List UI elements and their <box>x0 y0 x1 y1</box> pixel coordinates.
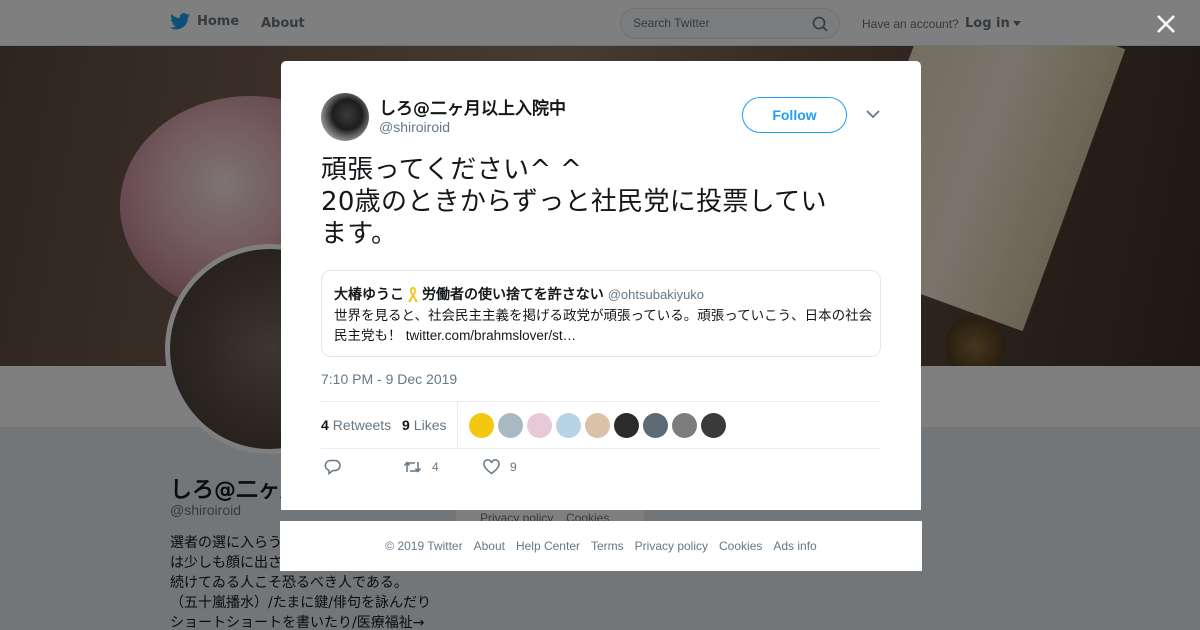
chevron-down-icon[interactable] <box>866 109 880 119</box>
liker-avatar[interactable] <box>556 413 581 438</box>
modal-footer: © 2019 Twitter About Help Center Terms P… <box>280 521 922 571</box>
likes-label: Likes <box>413 417 447 433</box>
like-count: 9 <box>510 460 517 474</box>
footer-link-cookies[interactable]: Cookies <box>719 539 762 553</box>
reply-action[interactable] <box>324 459 341 475</box>
liker-avatars <box>469 413 730 438</box>
liker-avatar[interactable] <box>469 413 494 438</box>
liker-avatar[interactable] <box>527 413 552 438</box>
author-name[interactable]: しろ@二ヶ月以上入院中 <box>379 94 566 119</box>
quoted-author-handle: @ohtsubakiyuko <box>607 286 705 302</box>
like-action[interactable]: 9 <box>483 459 517 475</box>
quoted-author-name-part1: 大椿ゆうこ <box>334 287 404 303</box>
likes-stat[interactable]: 9 Likes <box>402 417 446 433</box>
author-handle[interactable]: @shiroiroid <box>379 119 450 135</box>
heart-icon <box>483 459 500 475</box>
liker-avatar[interactable] <box>672 413 697 438</box>
quoted-author-name-part2: 労働者の使い捨てを許さない <box>422 287 604 303</box>
author-avatar[interactable] <box>321 93 369 141</box>
retweet-action[interactable]: 4 <box>403 459 439 475</box>
tweet-modal: しろ@二ヶ月以上入院中 @shiroiroid Follow 頑張ってください^… <box>281 61 921 510</box>
liker-avatar[interactable] <box>701 413 726 438</box>
tweet-timestamp[interactable]: 7:10 PM - 9 Dec 2019 <box>321 371 457 387</box>
close-icon[interactable] <box>1155 13 1177 35</box>
quoted-tweet[interactable]: 大椿ゆうこ 労働者の使い捨てを許さない @ohtsubakiyuko 世界を見る… <box>321 270 881 357</box>
quoted-tweet-link[interactable]: twitter.com/brahmslover/st… <box>406 328 576 343</box>
retweets-stat[interactable]: 4 Retweets <box>321 417 391 433</box>
quoted-tweet-header: 大椿ゆうこ 労働者の使い捨てを許さない @ohtsubakiyuko <box>334 284 704 304</box>
liker-avatar[interactable] <box>585 413 610 438</box>
stats-divider <box>457 402 458 448</box>
liker-avatar[interactable] <box>498 413 523 438</box>
liker-avatar[interactable] <box>643 413 668 438</box>
liker-avatar[interactable] <box>614 413 639 438</box>
retweets-label: Retweets <box>332 417 392 433</box>
retweet-count: 4 <box>432 460 439 474</box>
tweet-text: 頑張ってください^ ^ 20歳のときからずっと社民党に投票してい ます。 <box>321 154 881 250</box>
retweet-icon <box>403 461 422 473</box>
quoted-tweet-text: 世界を見ると、社会民主主義を掲げる政党が頑張っている。頑張っていこう、日本の社会… <box>334 306 874 346</box>
tweet-text-line: ます。 <box>321 219 398 249</box>
footer-copyright: © 2019 Twitter <box>385 539 463 553</box>
footer-link-ads-info[interactable]: Ads info <box>773 539 816 553</box>
footer-link-help-center[interactable]: Help Center <box>516 539 580 553</box>
footer-link-terms[interactable]: Terms <box>591 539 624 553</box>
retweets-count: 4 <box>321 417 329 433</box>
tweet-stats: 4 Retweets 9 Likes <box>321 401 881 449</box>
yellow-ribbon-icon <box>408 286 418 302</box>
tweet-actions: 4 9 <box>321 459 881 483</box>
footer-link-about[interactable]: About <box>474 539 505 553</box>
follow-button[interactable]: Follow <box>742 97 847 133</box>
reply-icon <box>324 459 341 475</box>
likes-count: 9 <box>402 417 410 433</box>
tweet-text-line: 頑張ってください^ ^ <box>321 155 583 185</box>
footer-link-privacy-policy[interactable]: Privacy policy <box>635 539 708 553</box>
tweet-text-line: 20歳のときからずっと社民党に投票してい <box>321 187 827 217</box>
